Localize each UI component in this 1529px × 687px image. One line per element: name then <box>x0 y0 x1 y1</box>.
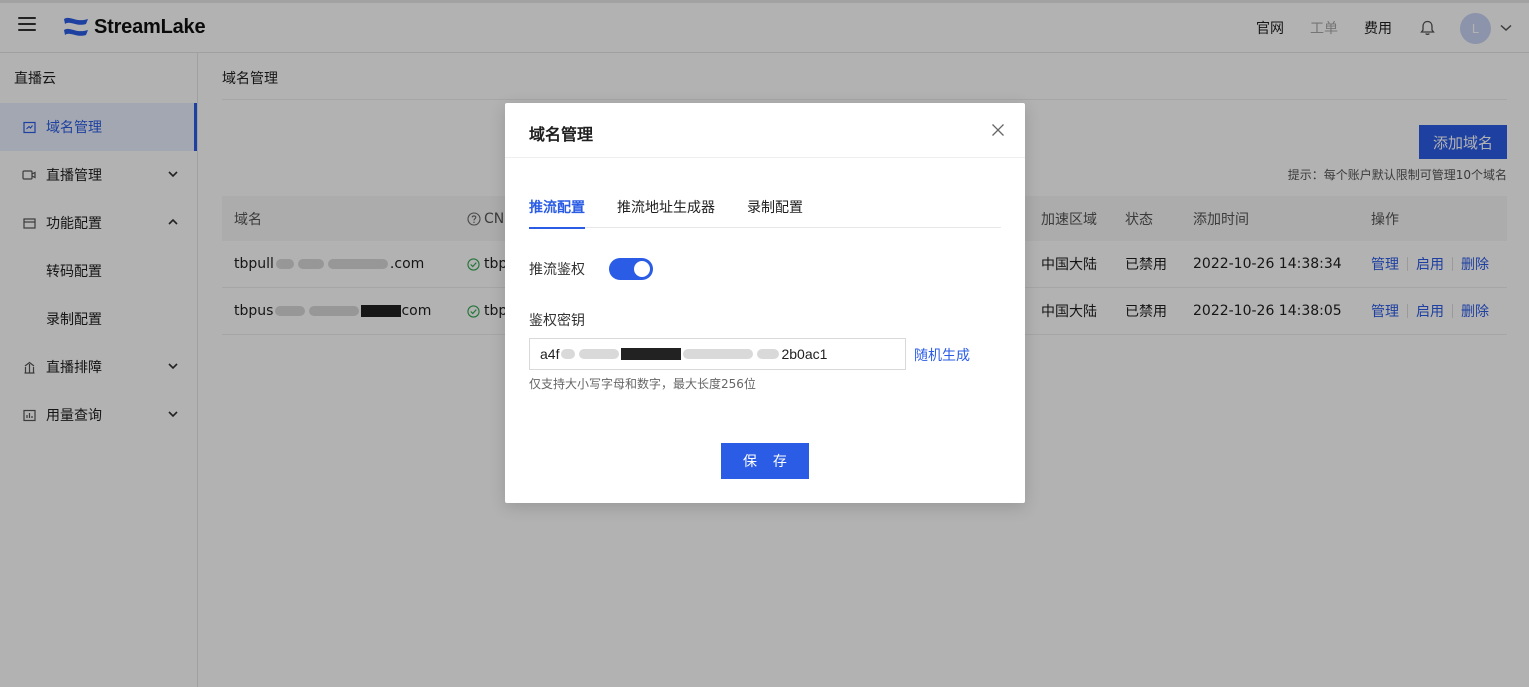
key-suffix: 2b0ac1 <box>781 346 828 362</box>
modal-header: 域名管理 <box>505 103 1025 158</box>
modal-tabs: 推流配置 推流地址生成器 录制配置 <box>529 183 1001 229</box>
domain-config-modal: 域名管理 推流配置 推流地址生成器 录制配置 推流鉴权 鉴权密钥 a4f 2b0… <box>505 103 1025 503</box>
tab-push-url-generator[interactable]: 推流地址生成器 <box>617 183 715 228</box>
modal-title: 域名管理 <box>529 125 594 144</box>
tab-push-config[interactable]: 推流配置 <box>529 183 585 229</box>
key-help-text: 仅支持大小写字母和数字，最大长度256位 <box>529 377 756 391</box>
redacted-text <box>683 349 754 359</box>
auth-key-input[interactable]: a4f 2b0ac1 <box>529 338 906 370</box>
random-generate-link[interactable]: 随机生成 <box>914 345 970 365</box>
push-auth-label: 推流鉴权 <box>529 262 585 278</box>
redacted-text <box>757 349 780 359</box>
tab-record-config[interactable]: 录制配置 <box>747 183 803 228</box>
redacted-text <box>579 349 620 359</box>
key-prefix: a4f <box>540 346 560 362</box>
push-auth-toggle[interactable] <box>609 258 653 280</box>
close-icon[interactable] <box>991 123 1005 137</box>
redacted-text <box>561 349 576 359</box>
auth-key-label: 鉴权密钥 <box>529 313 585 329</box>
save-button[interactable]: 保 存 <box>721 443 809 479</box>
redacted-text <box>621 348 682 360</box>
